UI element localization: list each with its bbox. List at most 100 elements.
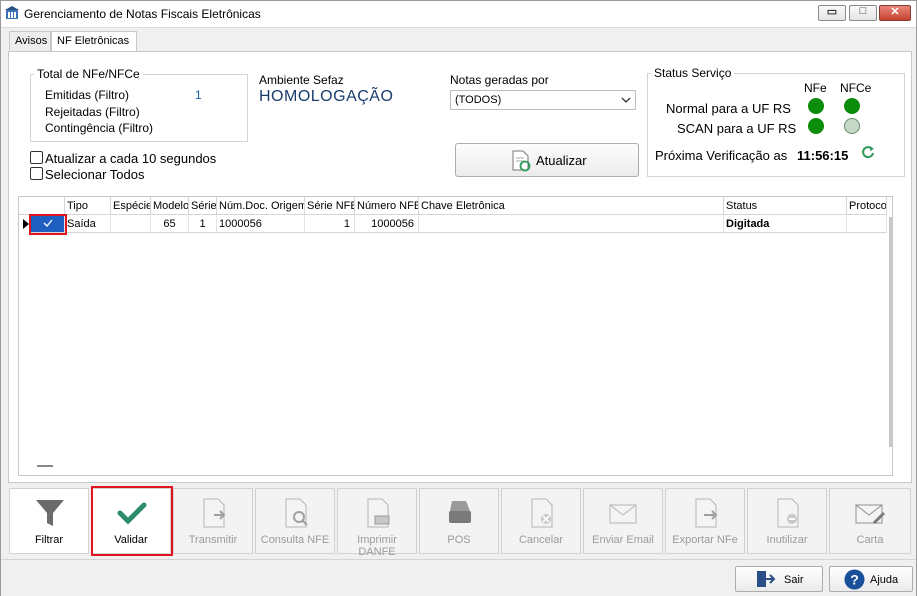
- funnel-icon: [36, 500, 64, 526]
- atualizar-button-label: Atualizar: [536, 153, 587, 168]
- action-toolbar: Filtrar Validar Transmitir Consulta NFE …: [9, 488, 912, 558]
- transmitir-label: Transmitir: [188, 534, 238, 546]
- nfe-grid: Tipo Espécie Modelo Série Núm.Doc. Orige…: [18, 196, 893, 476]
- cell-especie[interactable]: [111, 215, 151, 233]
- chevron-down-icon: [621, 97, 631, 103]
- cell-serie[interactable]: 1: [189, 215, 217, 233]
- ajuda-button[interactable]: ? Ajuda: [829, 566, 913, 592]
- exportar-nfe-label: Exportar NFe: [672, 534, 738, 546]
- cell-num-doc[interactable]: 1000056: [217, 215, 305, 233]
- tab-avisos[interactable]: Avisos: [9, 31, 51, 51]
- status-scan-nfe-led: [808, 118, 824, 134]
- grid-header-select: [19, 197, 65, 215]
- contingencia-label: Contingência (Filtro): [45, 121, 154, 135]
- validar-button[interactable]: Validar: [91, 488, 171, 554]
- sair-button[interactable]: Sair: [735, 566, 823, 592]
- cell-chave[interactable]: [419, 215, 724, 233]
- cell-modelo[interactable]: 65: [151, 215, 189, 233]
- exit-door-icon: [757, 571, 776, 587]
- atualizar-checkbox[interactable]: [30, 151, 43, 164]
- status-normal-nfce-led: [844, 98, 860, 114]
- atualizar-label: Atualizar a cada 10 segundos: [45, 151, 217, 166]
- minimize-button[interactable]: ▭: [818, 5, 846, 21]
- status-group-label: Status Serviço: [651, 66, 735, 80]
- minimize-icon: ▭: [826, 6, 838, 18]
- grid-header-serie-nfe[interactable]: Série NFE: [305, 197, 355, 215]
- grid-header-protocolo[interactable]: Protocolo: [847, 197, 887, 215]
- proxima-verificacao-time: 11:56:15: [797, 148, 849, 163]
- notas-geradas-select[interactable]: (TODOS): [450, 90, 636, 110]
- proxima-verificacao-label: Próxima Verificação as: [655, 148, 788, 163]
- cell-serie-nfe[interactable]: 1: [305, 215, 355, 233]
- cell-protocolo[interactable]: [847, 215, 887, 233]
- svg-text:?: ?: [850, 572, 859, 588]
- imprimir-danfe-button[interactable]: Imprimir DANFE: [337, 488, 417, 558]
- emitidas-label: Emitidas (Filtro): [45, 88, 130, 102]
- document-refresh-icon: [512, 150, 531, 172]
- grid-header-chave[interactable]: Chave Eletrônica: [419, 197, 724, 215]
- cell-numero-nfe[interactable]: 1000056: [355, 215, 419, 233]
- help-icon: ?: [844, 569, 865, 590]
- rejeitadas-label: Rejeitadas (Filtro): [45, 105, 140, 119]
- grid-scrollbar[interactable]: [889, 217, 892, 447]
- imprimir-danfe-label: Imprimir DANFE: [357, 534, 397, 558]
- check-icon: [43, 219, 53, 227]
- title-bar: Gerenciamento de Notas Fiscais Eletrônic…: [1, 1, 916, 28]
- exportar-nfe-button[interactable]: Exportar NFe: [665, 488, 745, 554]
- notas-geradas-label: Notas geradas por: [450, 73, 549, 87]
- document-cancel-icon: [531, 498, 553, 528]
- pos-printer-icon: [449, 501, 471, 523]
- status-scan-label: SCAN para a UF RS: [677, 121, 797, 136]
- atualizar-button[interactable]: Atualizar: [455, 143, 639, 177]
- consulta-nfe-label: Consulta NFE: [260, 534, 330, 546]
- enviar-email-button[interactable]: Enviar Email: [583, 488, 663, 554]
- cancelar-button[interactable]: Cancelar: [501, 488, 581, 554]
- document-arrow-icon: [203, 498, 226, 528]
- transmitir-button[interactable]: Transmitir: [173, 488, 253, 554]
- status-col-nfe: NFe: [804, 81, 827, 95]
- row-select-checkbox[interactable]: [31, 215, 65, 233]
- notas-geradas-selected: (TODOS): [455, 94, 502, 106]
- maximize-icon: □: [859, 5, 867, 17]
- inutilizar-button[interactable]: Inutilizar: [747, 488, 827, 554]
- cell-tipo[interactable]: Saída: [65, 215, 111, 233]
- grid-header-serie[interactable]: Série: [189, 197, 217, 215]
- grid-header-numero-nfe[interactable]: Número NFE: [355, 197, 419, 215]
- grid-header-num-doc[interactable]: Núm.Doc. Origem: [217, 197, 305, 215]
- pos-label: POS: [447, 534, 471, 546]
- building-icon: [5, 6, 19, 19]
- grid-header-status[interactable]: Status: [724, 197, 847, 215]
- validar-label: Validar: [114, 534, 148, 546]
- cell-status[interactable]: Digitada: [724, 215, 847, 233]
- carta-button[interactable]: Carta: [829, 488, 911, 554]
- cancelar-label: Cancelar: [518, 534, 564, 546]
- document-search-icon: [285, 498, 308, 528]
- document-minus-icon: [777, 498, 799, 528]
- document-export-icon: [695, 498, 718, 528]
- envelope-pen-icon: [855, 504, 886, 525]
- status-col-nfce: NFCe: [840, 81, 872, 95]
- maximize-button[interactable]: □: [849, 5, 877, 21]
- grid-header-tipo[interactable]: Tipo: [65, 197, 111, 215]
- pos-button[interactable]: POS: [419, 488, 499, 554]
- grid-header-especie[interactable]: Espécie: [111, 197, 151, 215]
- grid-header-modelo[interactable]: Modelo: [151, 197, 189, 215]
- footer-bar: Sair ? Ajuda: [1, 559, 916, 596]
- close-button[interactable]: ✕: [879, 5, 911, 21]
- grid-resize-handle[interactable]: [37, 465, 53, 467]
- refresh-icon[interactable]: [861, 145, 875, 159]
- row-pointer-icon: [23, 219, 29, 229]
- enviar-email-label: Enviar Email: [592, 534, 654, 546]
- selecionar-todos-checkbox[interactable]: [30, 167, 43, 180]
- carta-label: Carta: [856, 534, 884, 546]
- totals-group-label: Total de NFe/NFCe: [34, 67, 143, 81]
- envelope-arrow-icon: [609, 504, 637, 524]
- status-normal-nfe-led: [808, 98, 824, 114]
- sair-label: Sair: [784, 574, 804, 586]
- filtrar-button[interactable]: Filtrar: [9, 488, 89, 554]
- consulta-nfe-button[interactable]: Consulta NFE: [255, 488, 335, 554]
- status-normal-label: Normal para a UF RS: [666, 101, 791, 116]
- ajuda-label: Ajuda: [870, 574, 899, 586]
- ambiente-value: HOMOLOGAÇÃO: [259, 88, 394, 105]
- tab-nf-eletronicas[interactable]: NF Eletrônicas: [51, 31, 137, 52]
